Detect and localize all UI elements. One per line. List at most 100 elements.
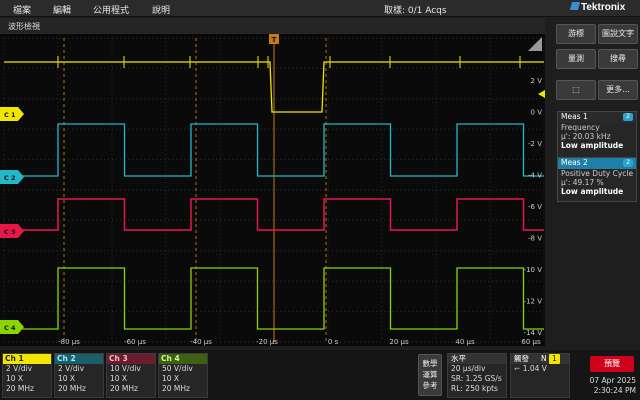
ch2-scale: 2 V/div — [58, 364, 85, 373]
trigger-level-marker — [538, 90, 545, 98]
ch1-bandwidth: 20 MHz — [6, 384, 34, 393]
meas1-quality: Low amplitude — [561, 141, 624, 150]
meas2-quality: Low amplitude — [561, 187, 624, 196]
ch1-scale: 2 V/div — [6, 364, 33, 373]
time-tick-label: 20 μs — [389, 338, 409, 346]
waveform-plot[interactable]: 2 V 0 V -2 V -4 V -6 V -8 V -10 V -12 V -14 V -80… — [0, 34, 545, 346]
ch4-label: Ch 4 — [159, 354, 207, 364]
waveform-view[interactable]: 2 V 0 V -2 V -4 V -6 V -8 V -10 V -12 V -14 V -80… — [0, 34, 545, 346]
meas2-panel[interactable]: Meas 22 Positive Duty Cycle μ': 49.17 % … — [557, 157, 637, 202]
menu-file[interactable]: 檔案 — [13, 3, 31, 16]
meas2-value: μ': 49.17 % — [561, 178, 604, 187]
waveform-view-title: 波形檢視 — [0, 18, 545, 34]
time-tick-label: -80 μs — [58, 338, 80, 346]
ch3-bandwidth: 20 MHz — [110, 384, 138, 393]
graticule — [3, 34, 545, 343]
meas2-name: Positive Duty Cycle — [561, 169, 634, 178]
channel-marker-label: C 2 — [4, 174, 16, 182]
ch3-settings[interactable]: Ch 3 10 V/div 10 X 20 MHz — [106, 353, 156, 398]
record-length: RL: 250 kpts — [451, 384, 498, 393]
voltage-tick-label: -14 V — [524, 329, 543, 337]
ch4-settings[interactable]: Ch 4 50 V/div 10 X 20 MHz — [158, 353, 208, 398]
brand-mark-icon — [569, 2, 581, 10]
math-label-3: 參考 — [422, 381, 438, 390]
trigger-source: 1 — [549, 354, 560, 364]
channel-marker-label: C 1 — [4, 111, 16, 119]
rising-edge-icon: ⌐ — [514, 364, 521, 373]
horizontal-scale: 20 μs/div — [451, 364, 486, 373]
math-label-2: 運算 — [422, 370, 438, 379]
trigger-settings[interactable]: 觸發 N 1 ⌐ 1.04 V — [510, 353, 570, 398]
resize-corner-icon[interactable] — [520, 37, 542, 51]
voltage-tick-label: -12 V — [524, 298, 543, 306]
acquisition-status: 取樣: 0/1 Acqs — [384, 6, 447, 16]
clock-time: 2:30:24 PM — [593, 386, 636, 395]
menu-help[interactable]: 說明 — [152, 3, 170, 16]
voltage-tick-label: 2 V — [531, 77, 543, 85]
trigger-mode: N — [541, 354, 547, 363]
ch4-bandwidth: 20 MHz — [162, 384, 190, 393]
brand-name: Tektronix — [581, 2, 626, 13]
menu-bar: 檔案 編輯 公用程式 說明 取樣: 0/1 Acqs Tektronix — [0, 0, 640, 17]
window-title: 波形檢視 — [8, 22, 40, 31]
time-tick-label: -40 μs — [190, 338, 212, 346]
trigger-level: 1.04 V — [522, 364, 547, 373]
axis-labels: 2 V 0 V -2 V -4 V -6 V -8 V -10 V -12 V -14 V -80… — [58, 77, 543, 346]
ch1-probe: 10 X — [6, 374, 24, 383]
meas1-name: Frequency — [561, 123, 600, 132]
channel-marker-label: C 4 — [4, 324, 16, 332]
zoom-box-icon: ⬚ — [572, 85, 580, 94]
cursors-button[interactable]: 游標 — [556, 24, 596, 44]
menu-edit[interactable]: 編輯 — [53, 3, 71, 16]
brand-logo: Tektronix — [569, 2, 626, 13]
ch2-probe: 10 X — [58, 374, 76, 383]
oscilloscope-app: 檔案 編輯 公用程式 說明 取樣: 0/1 Acqs Tektronix 波形檢… — [0, 0, 640, 400]
math-label: 數學 — [422, 359, 438, 368]
meas1-title: Meas 1 — [561, 112, 588, 121]
time-tick-label: 0 s — [328, 338, 339, 346]
time-tick-label: -20 μs — [256, 338, 278, 346]
voltage-tick-label: -2 V — [528, 140, 542, 148]
measure-button[interactable]: 量測 — [556, 49, 596, 69]
run-stop-button[interactable]: 預覽 — [590, 356, 634, 372]
ch3-scale: 10 V/div — [110, 364, 141, 373]
voltage-tick-label: -4 V — [528, 172, 542, 180]
meas2-channel-badge: 2 — [623, 159, 633, 167]
meas2-header: Meas 2 2 — [558, 158, 636, 169]
ch3-label: Ch 3 — [107, 354, 155, 364]
voltage-tick-label: -10 V — [524, 266, 543, 274]
time-tick-label: 40 μs — [455, 338, 475, 346]
meas1-value: μ': 20.03 kHz — [561, 132, 611, 141]
search-button[interactable]: 搜尋 — [598, 49, 638, 69]
more-button[interactable]: 更多... — [598, 80, 638, 100]
time-tick-label: -60 μs — [124, 338, 146, 346]
zoom-button[interactable]: ⬚ — [556, 80, 596, 100]
voltage-tick-label: 0 V — [531, 109, 543, 117]
ch2-settings[interactable]: Ch 2 2 V/div 10 X 20 MHz — [54, 353, 104, 398]
ch2-label: Ch 2 — [55, 354, 103, 364]
trigger-header: 觸發 N 1 — [511, 354, 569, 364]
ch3-probe: 10 X — [110, 374, 128, 383]
clock: 07 Apr 2025 2:30:24 PM — [585, 376, 640, 396]
sample-rate: SR: 1.25 GS/s — [451, 374, 502, 383]
time-tick-label: 60 μs — [521, 338, 541, 346]
ch2-bandwidth: 20 MHz — [58, 384, 86, 393]
ch4-probe: 10 X — [162, 374, 180, 383]
ch4-scale: 50 V/div — [162, 364, 193, 373]
callout-button[interactable]: 圖說文字 — [598, 24, 638, 44]
horizontal-title: 水平 — [448, 354, 506, 364]
meas1-channel-badge: 2 — [623, 113, 633, 121]
menu-utilities[interactable]: 公用程式 — [93, 3, 129, 16]
trigger-position-label: T — [272, 36, 277, 44]
trigger-level-row: ⌐ 1.04 V — [511, 364, 569, 374]
channel-markers[interactable]: C 1 C 2 C 3 C 4 T — [0, 34, 545, 334]
clock-date: 07 Apr 2025 — [589, 376, 636, 385]
ch1-settings[interactable]: Ch 1 2 V/div 10 X 20 MHz — [2, 353, 52, 398]
meas1-panel[interactable]: Meas 1 2 Frequency μ': 20.03 kHz Low ampl… — [557, 111, 637, 158]
trigger-title: 觸發 — [514, 354, 529, 363]
meas1-header: Meas 1 2 — [558, 112, 636, 123]
voltage-tick-label: -8 V — [528, 235, 542, 243]
math-ref-button[interactable]: 數學 運算 參考 — [418, 354, 442, 396]
voltage-tick-label: -6 V — [528, 203, 542, 211]
horizontal-settings[interactable]: 水平 20 μs/div SR: 1.25 GS/s RL: 250 kpts — [447, 353, 507, 398]
